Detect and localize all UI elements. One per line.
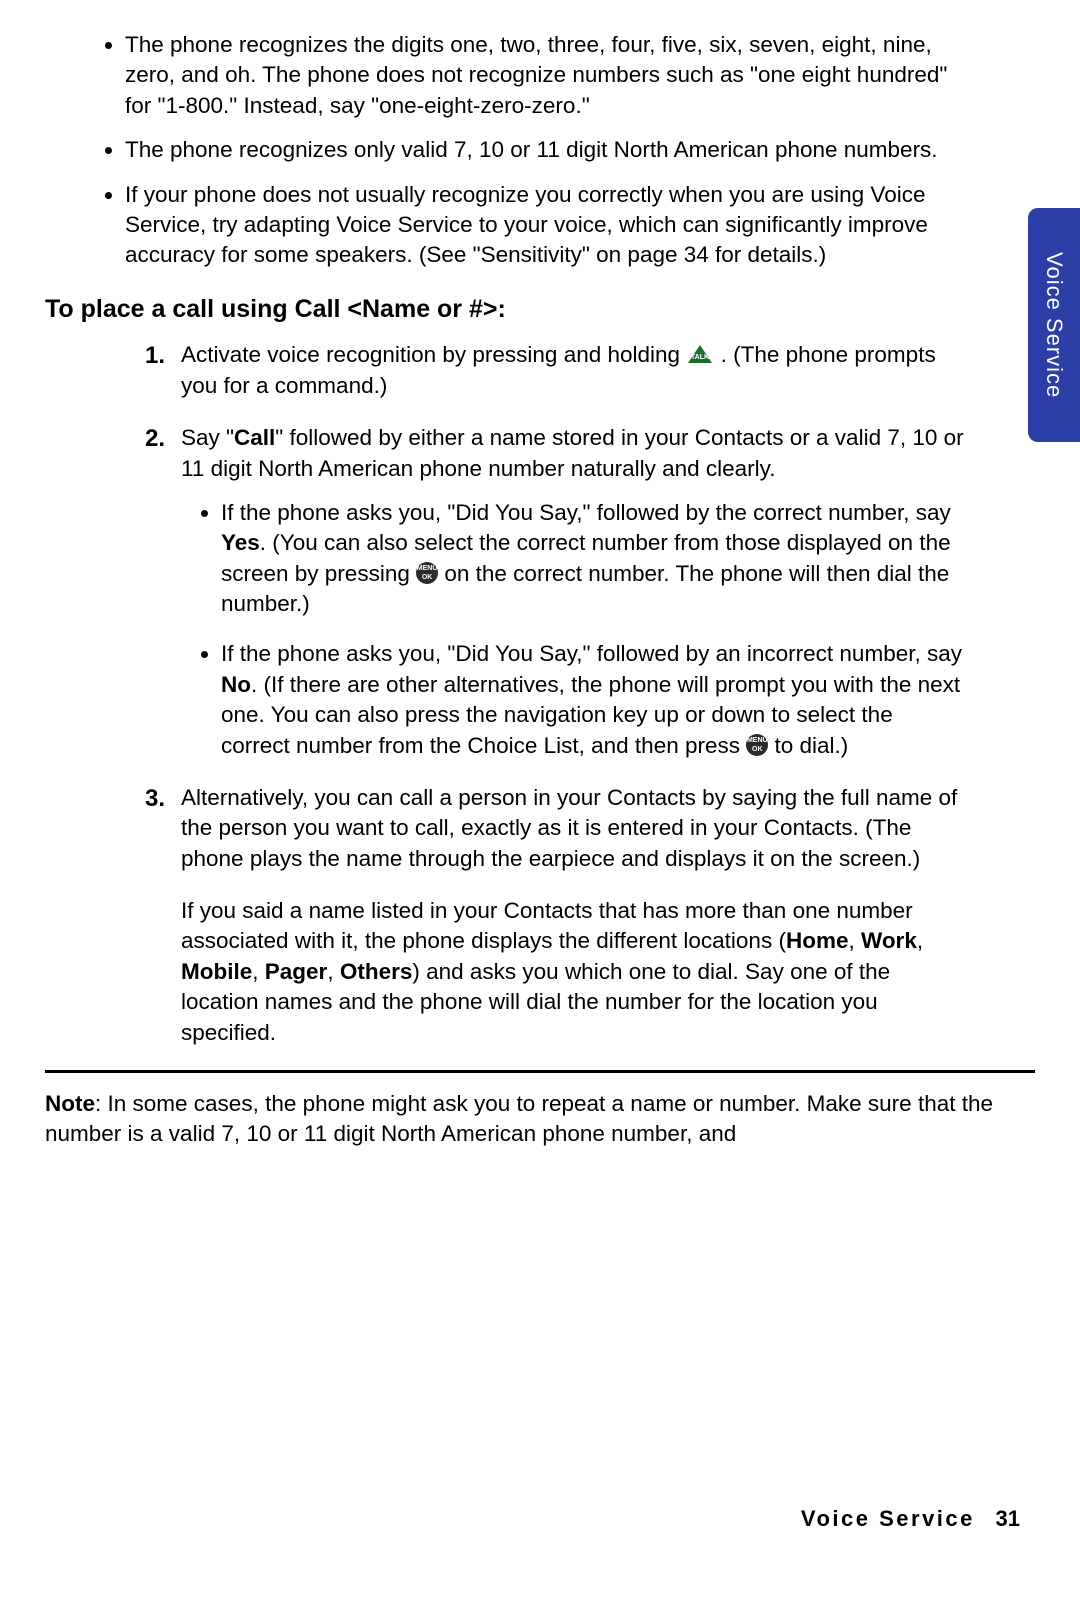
sub-bullet: If the phone asks you, "Did You Say," fo… — [221, 498, 965, 620]
step-number: 2. — [145, 423, 165, 455]
bold-no: No — [221, 672, 251, 697]
sub-bullet: If the phone asks you, "Did You Say," fo… — [221, 639, 965, 761]
step-text: " followed by either a name stored in yo… — [181, 425, 964, 480]
note-separator — [45, 1070, 1035, 1073]
text: If the phone asks you, "Did You Say," fo… — [221, 641, 962, 666]
bold-mobile: Mobile — [181, 959, 252, 984]
note-text: : In some cases, the phone might ask you… — [45, 1091, 993, 1146]
step-3: 3. Alternatively, you can call a person … — [145, 783, 965, 1048]
step-3-para-1: Alternatively, you can call a person in … — [181, 783, 965, 874]
step-1: 1. Activate voice recognition by pressin… — [145, 340, 965, 401]
talk-key-icon: TALK — [686, 343, 714, 365]
intro-bullets: The phone recognizes the digits one, two… — [45, 30, 1035, 271]
page-body: The phone recognizes the digits one, two… — [0, 0, 1080, 1150]
note-label: Note — [45, 1091, 95, 1116]
note-block: Note: In some cases, the phone might ask… — [45, 1089, 1035, 1150]
step-text: Say " — [181, 425, 234, 450]
menu-ok-icon: MENUOK — [746, 734, 768, 756]
bold-yes: Yes — [221, 530, 260, 555]
svg-text:TALK: TALK — [691, 354, 709, 361]
footer-section: Voice Service — [801, 1506, 975, 1531]
text: to dial.) — [775, 733, 849, 758]
menu-ok-icon: MENUOK — [416, 562, 438, 584]
step-2-sub-bullets: If the phone asks you, "Did You Say," fo… — [181, 498, 965, 761]
step-2: 2. Say "Call" followed by either a name … — [145, 423, 965, 761]
bold-work: Work — [861, 928, 917, 953]
section-heading: To place a call using Call <Name or #>: — [45, 293, 1035, 327]
page-footer: Voice Service 31 — [801, 1504, 1020, 1534]
bold-others: Others — [340, 959, 413, 984]
bullet-item: The phone recognizes the digits one, two… — [125, 30, 1035, 121]
bold-home: Home — [786, 928, 849, 953]
footer-page-number: 31 — [996, 1506, 1020, 1531]
step-text: Activate voice recognition by pressing a… — [181, 342, 686, 367]
bullet-item: The phone recognizes only valid 7, 10 or… — [125, 135, 1035, 165]
side-tab: Voice Service — [1028, 208, 1080, 442]
text: . (If there are other alternatives, the … — [221, 672, 960, 758]
side-tab-label: Voice Service — [1039, 252, 1069, 398]
bullet-item: If your phone does not usually recognize… — [125, 180, 1035, 271]
steps-list: 1. Activate voice recognition by pressin… — [45, 340, 1035, 1048]
bold-call: Call — [234, 425, 275, 450]
text: If the phone asks you, "Did You Say," fo… — [221, 500, 951, 525]
bold-pager: Pager — [265, 959, 328, 984]
step-number: 1. — [145, 340, 165, 372]
step-3-para-2: If you said a name listed in your Contac… — [181, 896, 965, 1048]
step-number: 3. — [145, 783, 165, 815]
